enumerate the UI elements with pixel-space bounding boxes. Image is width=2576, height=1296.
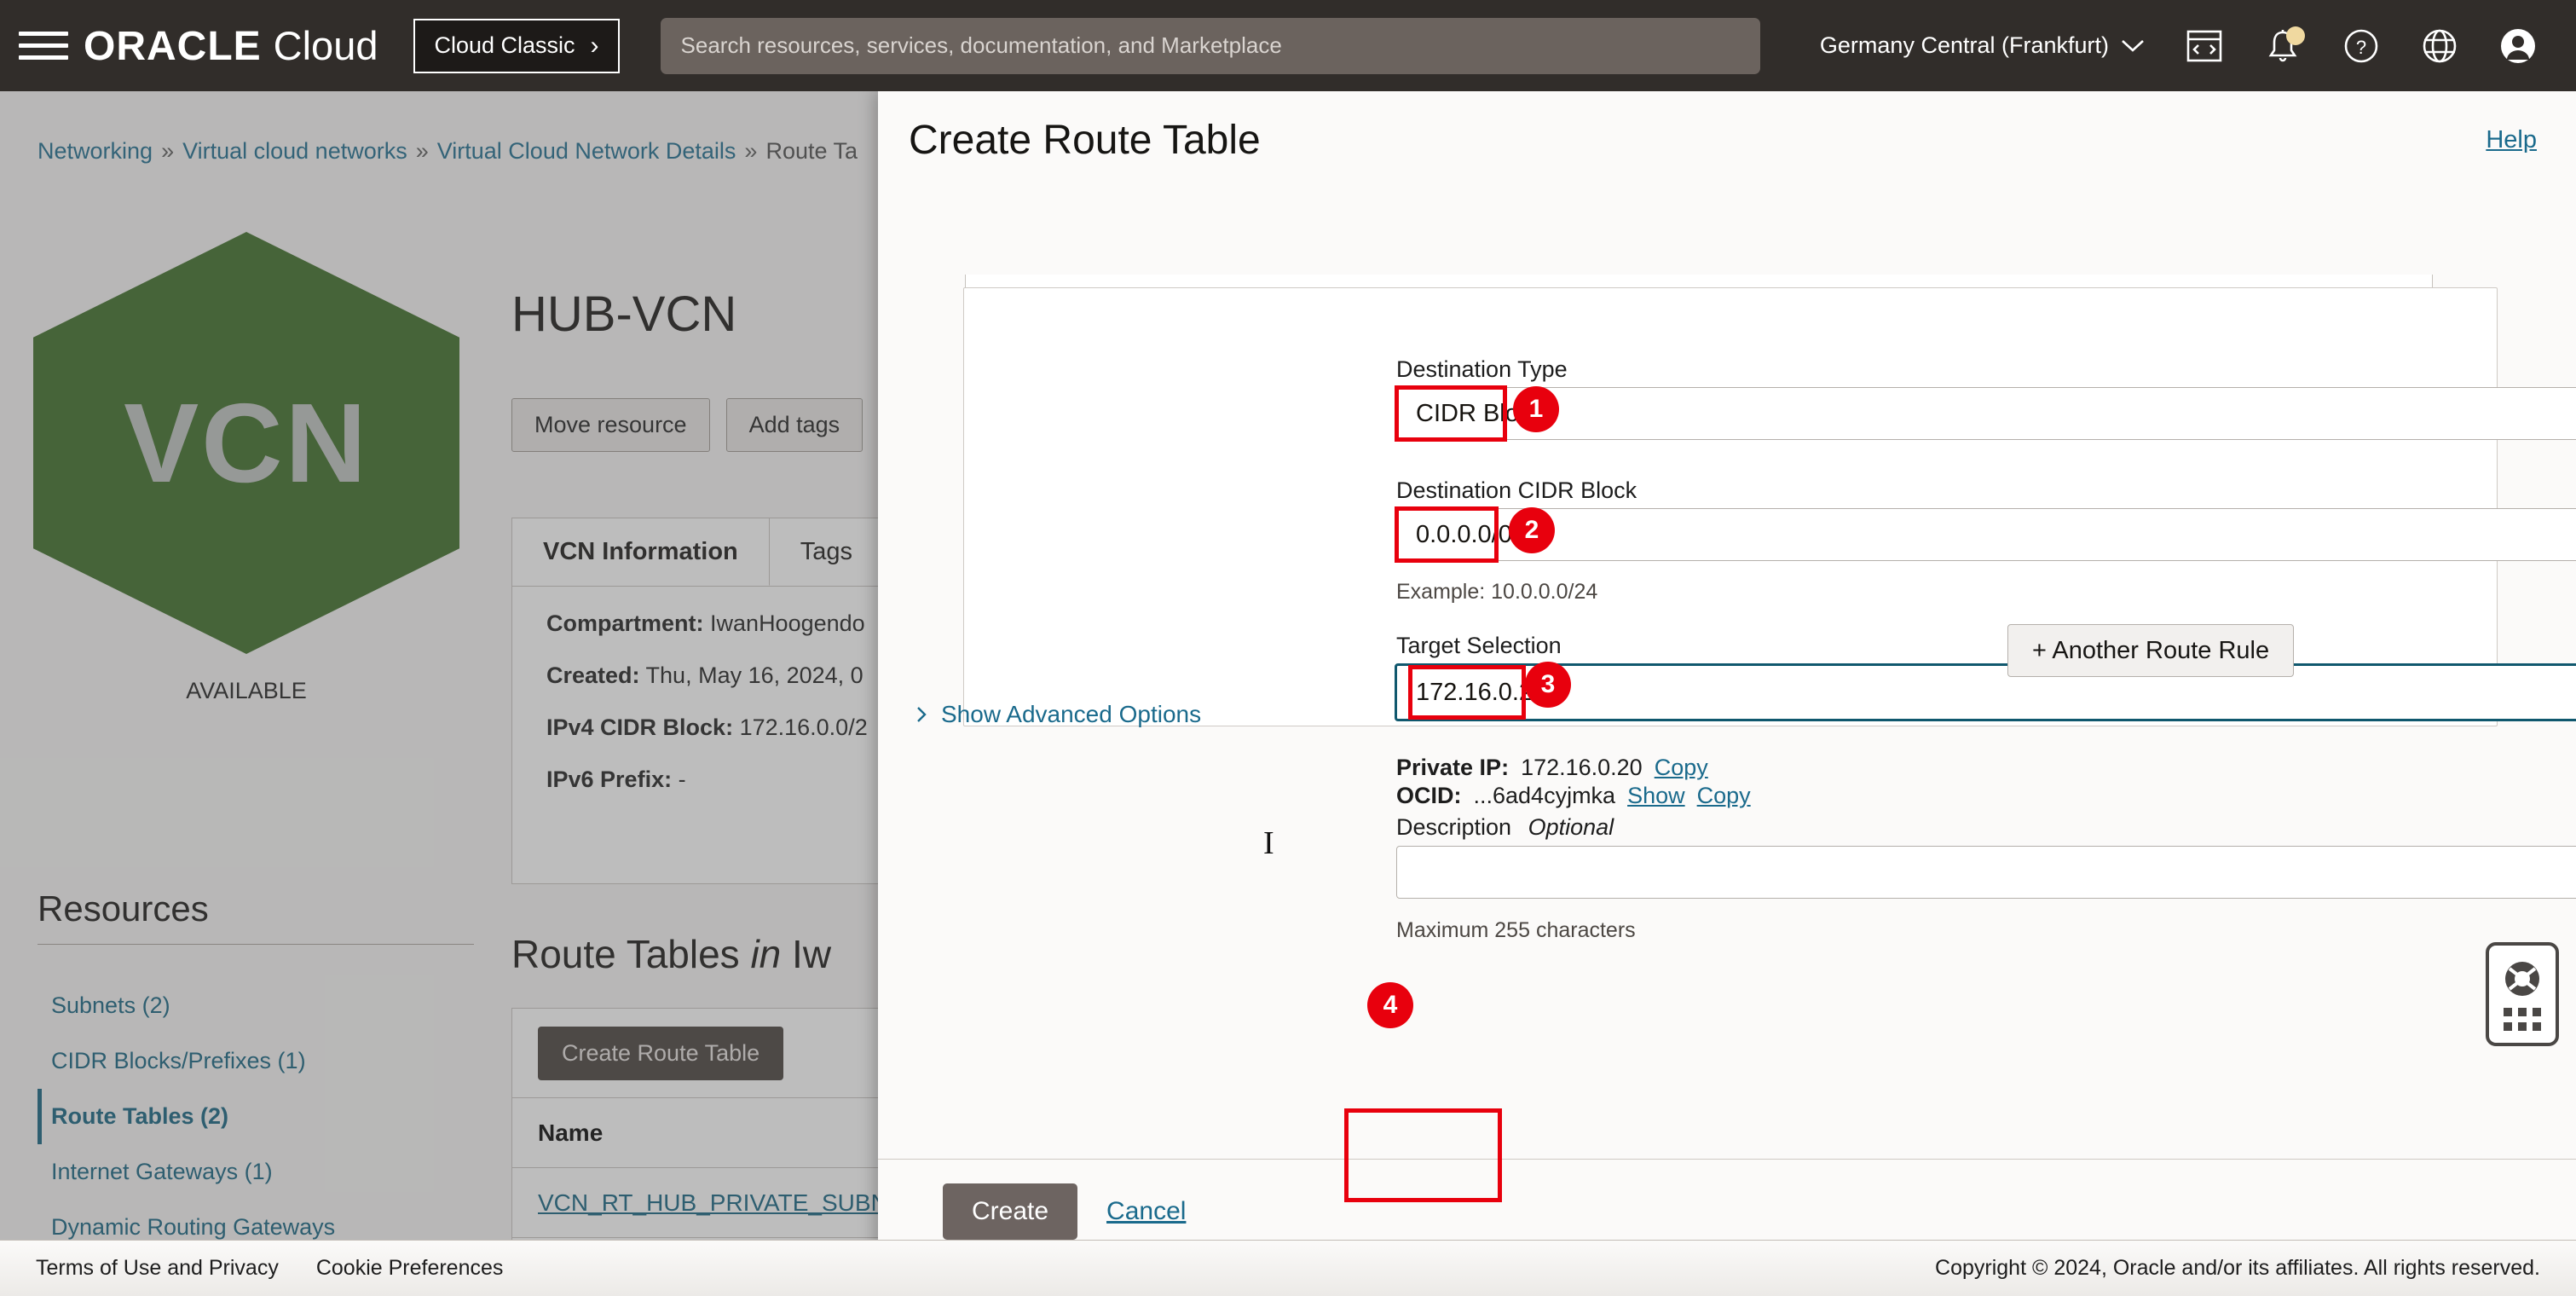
annotation-badge-3: 3 [1525,662,1571,708]
cloud-wordmark: Cloud [273,22,378,68]
ocid-line: OCID: ...6ad4cyjmka Show Copy [1396,783,1751,809]
svg-text:?: ? [2356,37,2366,58]
oracle-cloud-logo[interactable]: ORACLE Cloud [84,22,378,70]
help-question-icon[interactable]: ? [2341,26,2382,67]
private-ip-value: 172.16.0.20 [1521,755,1643,780]
oracle-wordmark: ORACLE [84,23,262,69]
text-cursor-icon: I [1263,825,1274,861]
destination-cidr-label: Destination CIDR Block [1396,477,1637,503]
hamburger-menu-icon[interactable] [19,27,68,65]
search-placeholder: Search resources, services, documentatio… [680,32,1282,58]
notification-badge-dot [2286,26,2305,45]
description-label-text: Description [1396,814,1512,840]
panel-title: Create Route Table [909,118,1261,163]
lifesaver-icon [2505,961,2539,996]
footer-links: Terms of Use and Privacy Cookie Preferen… [36,1256,503,1281]
create-route-table-panel: Create Route Table Help (root)/NETWORK/I… [878,91,2576,1264]
private-ip-line: Private IP: 172.16.0.20 Copy [1396,755,1708,781]
language-globe-icon[interactable] [2419,26,2460,67]
region-label: Germany Central (Frankfurt) [1819,32,2109,58]
chevron-right-small-icon [917,707,927,722]
annotation-badge-2: 2 [1509,507,1555,553]
cookie-preferences-link[interactable]: Cookie Preferences [316,1256,504,1281]
destination-type-label: Destination Type [1396,356,1568,382]
topbar-icon-group: ? [2184,26,2538,67]
panel-body: (root)/NETWORK/IwanHoogendoorn Destinati… [878,189,2576,1159]
notifications-bell-icon[interactable] [2262,26,2305,67]
add-another-route-rule-button[interactable]: + Another Route Rule [2007,624,2295,677]
page-footer: Terms of Use and Privacy Cookie Preferen… [0,1240,2576,1296]
show-advanced-options-link[interactable]: Show Advanced Options [912,701,1201,728]
destination-cidr-input[interactable]: 0.0.0.0/0 [1396,508,2576,561]
terms-of-use-link[interactable]: Terms of Use and Privacy [36,1256,279,1281]
panel-help-link[interactable]: Help [2486,126,2537,154]
ocid-show-link[interactable]: Show [1627,783,1685,809]
cloud-shell-icon[interactable] [2184,26,2225,67]
panel-header: Create Route Table Help [878,91,2576,189]
destination-cidr-hint: Example: 10.0.0.0/24 [1396,580,1598,604]
drag-handle-dots-icon[interactable] [2504,1007,2541,1031]
cancel-link[interactable]: Cancel [1106,1197,1186,1226]
top-navigation-bar: ORACLE Cloud Cloud Classic › Search reso… [0,0,2576,91]
chevron-right-icon: › [590,31,599,60]
annotation-badge-1: 1 [1513,386,1559,432]
cloud-classic-label: Cloud Classic [434,32,575,58]
ocid-value: ...6ad4cyjmka [1473,783,1616,808]
destination-type-select[interactable]: CIDR Block [1396,387,2576,440]
region-selector[interactable]: Germany Central (Frankfurt) [1820,32,2145,59]
private-ip-key: Private IP: [1396,755,1510,780]
footer-copyright: Copyright © 2024, Oracle and/or its affi… [1935,1256,2540,1280]
show-advanced-options-label: Show Advanced Options [941,701,1202,727]
create-button[interactable]: Create [943,1183,1078,1240]
description-textarea[interactable] [1396,846,2576,899]
target-selection-label: Target Selection [1396,633,1562,658]
annotation-badge-4: 4 [1367,982,1413,1028]
description-optional-tag: Optional [1528,814,1614,840]
floating-help-widget[interactable] [2486,942,2559,1046]
ocid-key: OCID: [1396,783,1462,808]
global-search-input[interactable]: Search resources, services, documentatio… [660,17,1760,74]
target-selection-input[interactable]: 172.16.0.20 [1395,663,2576,721]
description-label: Description Optional [1396,814,1614,841]
chevron-down-icon [2122,39,2144,52]
cloud-classic-button[interactable]: Cloud Classic › [413,18,620,73]
destination-cidr-value: 0.0.0.0/0 [1416,520,1512,548]
ocid-copy-link[interactable]: Copy [1697,783,1751,809]
user-profile-icon[interactable] [2498,26,2538,67]
private-ip-copy-link[interactable]: Copy [1655,755,1708,781]
description-hint: Maximum 255 characters [1396,918,1636,942]
